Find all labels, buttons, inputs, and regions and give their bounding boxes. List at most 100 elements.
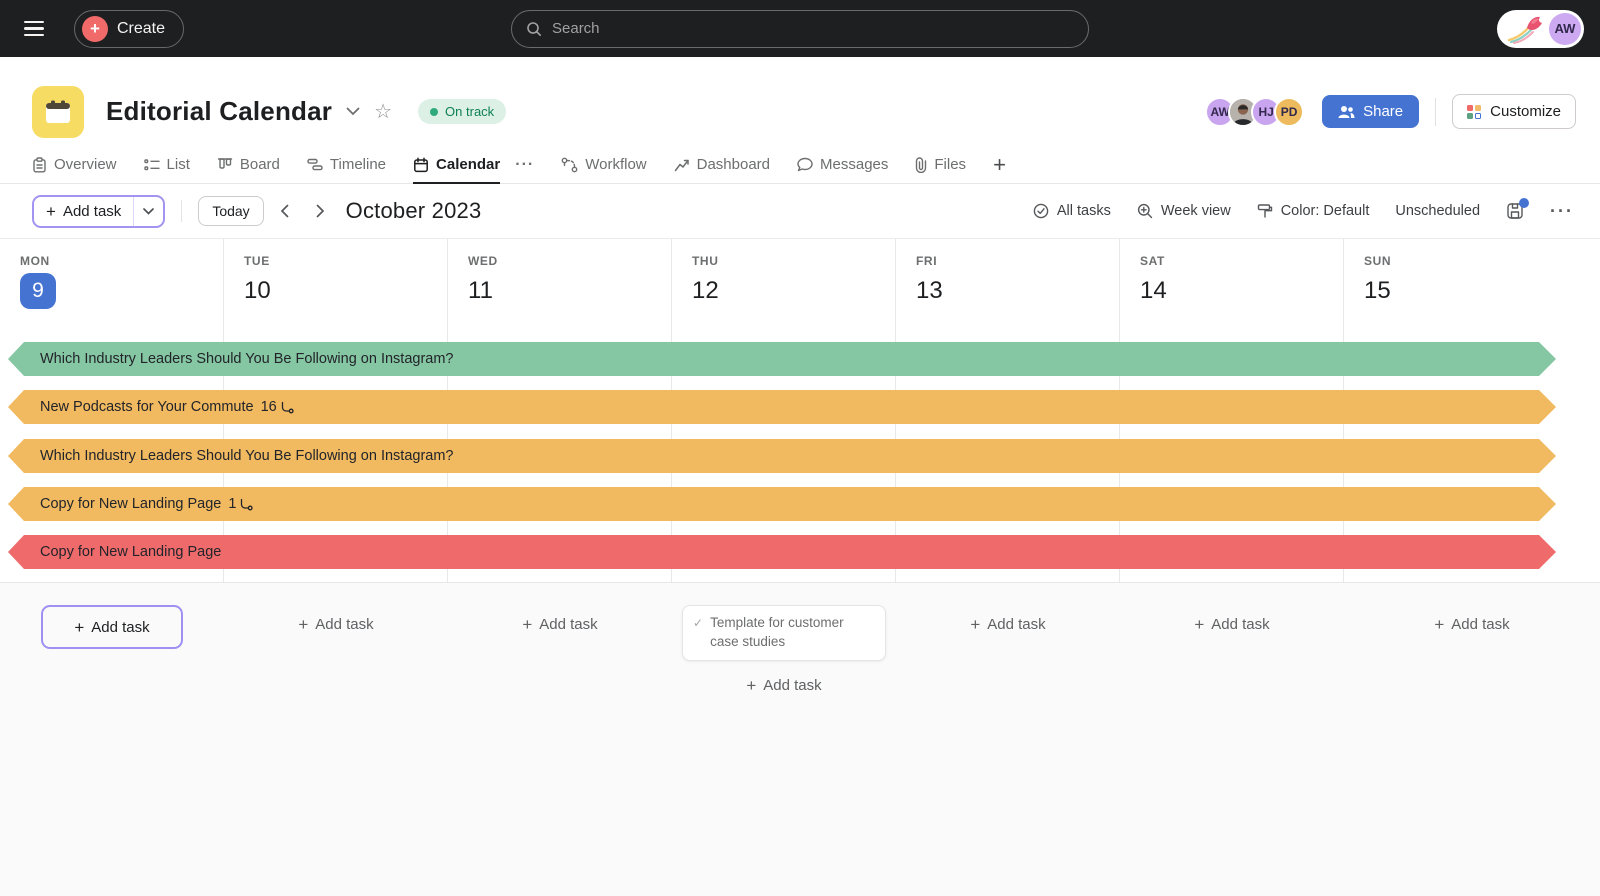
- plus-icon: +: [746, 677, 756, 694]
- color-label: Color: Default: [1281, 203, 1370, 219]
- share-button[interactable]: Share: [1322, 95, 1419, 128]
- tab-messages[interactable]: Messages: [797, 147, 888, 184]
- page-title: Editorial Calendar: [106, 96, 332, 127]
- weekday-label: SAT: [1140, 254, 1344, 268]
- add-task-label: Add task: [1211, 616, 1269, 633]
- search-icon: [526, 21, 542, 37]
- add-task-button[interactable]: + Add task: [298, 616, 373, 633]
- today-button[interactable]: Today: [198, 196, 263, 226]
- day-header-thu[interactable]: THU 12: [672, 239, 896, 337]
- add-task-button[interactable]: + Add task: [34, 197, 133, 226]
- hamburger-menu-icon[interactable]: [24, 12, 58, 46]
- customize-button-label: Customize: [1490, 103, 1561, 120]
- unscheduled-toggle[interactable]: Unscheduled: [1395, 203, 1480, 219]
- add-task-button[interactable]: + Add task: [970, 616, 1045, 633]
- add-tab-icon[interactable]: +: [993, 147, 1006, 183]
- add-task-button[interactable]: + Add task: [1434, 616, 1509, 633]
- status-dot-icon: [430, 108, 438, 116]
- save-view-button[interactable]: [1506, 202, 1524, 220]
- paint-roller-icon: [1257, 203, 1273, 219]
- project-tabs: Overview List Board Timeline Calendar ··…: [0, 147, 1600, 184]
- task-bar[interactable]: Which Industry Leaders Should You Be Fol…: [8, 342, 1556, 376]
- tab-label: Board: [240, 156, 280, 173]
- weekday-label: THU: [692, 254, 896, 268]
- next-week-row: + Add task + Add task + Add task ✓ Templ…: [0, 582, 1600, 896]
- template-task-card[interactable]: ✓ Template for customer case studies: [682, 605, 886, 661]
- user-menu[interactable]: AW: [1497, 10, 1584, 48]
- task-bar[interactable]: Copy for New Landing Page: [8, 535, 1556, 569]
- chevron-right-icon: [316, 204, 325, 218]
- plus-icon: +: [74, 619, 84, 636]
- avatar[interactable]: AW: [1549, 13, 1581, 45]
- create-button[interactable]: + Create: [74, 10, 184, 48]
- customize-grid-icon: [1467, 105, 1481, 119]
- avatar[interactable]: PD: [1274, 97, 1304, 127]
- add-task-button[interactable]: + Add task: [746, 677, 821, 694]
- tab-label: Dashboard: [697, 156, 770, 173]
- tab-overflow-icon[interactable]: ···: [515, 147, 534, 183]
- task-bar[interactable]: New Podcasts for Your Commute 16: [8, 390, 1556, 424]
- day-header-mon[interactable]: MON 9: [0, 239, 224, 337]
- view-label: Week view: [1161, 203, 1231, 219]
- tab-files[interactable]: Files: [915, 147, 966, 184]
- line-chart-icon: [674, 158, 690, 172]
- favorite-star-icon[interactable]: ☆: [374, 102, 392, 122]
- chevron-down-icon[interactable]: [346, 107, 360, 116]
- add-task-label: Add task: [539, 616, 597, 633]
- tab-board[interactable]: Board: [217, 147, 280, 184]
- more-options-button[interactable]: ···: [1550, 201, 1574, 222]
- task-bar[interactable]: Copy for New Landing Page 1: [8, 487, 1556, 521]
- create-button-label: Create: [117, 20, 165, 38]
- tab-workflow[interactable]: Workflow: [561, 147, 646, 184]
- chevron-down-icon: [143, 208, 154, 215]
- subtask-badge: 16: [261, 399, 294, 415]
- check-circle-icon: [1033, 203, 1049, 219]
- weekday-label: WED: [468, 254, 672, 268]
- workflow-icon: [561, 157, 578, 173]
- day-header-sat[interactable]: SAT 14: [1120, 239, 1344, 337]
- tab-list[interactable]: List: [144, 147, 190, 184]
- add-task-button[interactable]: + Add task: [41, 605, 183, 649]
- add-task-split-button[interactable]: + Add task: [32, 195, 165, 228]
- day-cell-sat: + Add task: [1120, 583, 1344, 896]
- speech-bubble-icon: [797, 157, 813, 172]
- task-bars-region: Which Industry Leaders Should You Be Fol…: [0, 337, 1600, 582]
- plus-icon: +: [46, 203, 56, 220]
- search-bar[interactable]: [511, 10, 1089, 48]
- customize-button[interactable]: Customize: [1452, 94, 1576, 129]
- period-label: October 2023: [346, 198, 482, 224]
- day-header-fri[interactable]: FRI 13: [896, 239, 1120, 337]
- view-week-view[interactable]: Week view: [1137, 203, 1231, 219]
- next-week-button[interactable]: [306, 196, 336, 226]
- weekday-header-row: MON 9 TUE 10 WED 11 THU 12 FRI 13 SAT 14…: [0, 239, 1600, 337]
- subtask-icon: [239, 498, 253, 511]
- task-bar[interactable]: Which Industry Leaders Should You Be Fol…: [8, 439, 1556, 473]
- day-header-wed[interactable]: WED 11: [448, 239, 672, 337]
- project-header: Editorial Calendar ☆ On track AW HJ PD S…: [0, 57, 1600, 147]
- top-nav-bar: + Create AW: [0, 0, 1600, 57]
- tab-calendar[interactable]: Calendar: [413, 147, 500, 184]
- plus-icon: +: [82, 16, 108, 42]
- search-input[interactable]: [552, 20, 1074, 37]
- weekday-label: TUE: [244, 254, 448, 268]
- filter-all-tasks[interactable]: All tasks: [1033, 203, 1111, 219]
- date-number-selected[interactable]: 9: [20, 273, 56, 309]
- status-badge-label: On track: [445, 104, 494, 119]
- tab-overview[interactable]: Overview: [32, 147, 117, 184]
- tab-dashboard[interactable]: Dashboard: [674, 147, 770, 184]
- plus-icon: +: [522, 616, 532, 633]
- notification-dot: [1519, 198, 1529, 208]
- add-task-button[interactable]: + Add task: [522, 616, 597, 633]
- add-task-button[interactable]: + Add task: [1194, 616, 1269, 633]
- project-calendar-icon[interactable]: [32, 86, 84, 138]
- status-badge[interactable]: On track: [418, 99, 506, 124]
- day-header-sun[interactable]: SUN 15: [1344, 239, 1600, 337]
- add-task-dropdown-button[interactable]: [133, 197, 163, 226]
- date-number: 11: [468, 277, 672, 305]
- day-header-tue[interactable]: TUE 10: [224, 239, 448, 337]
- color-setting[interactable]: Color: Default: [1257, 203, 1370, 219]
- divider: [181, 200, 182, 222]
- board-icon: [217, 157, 233, 172]
- previous-week-button[interactable]: [270, 196, 300, 226]
- tab-timeline[interactable]: Timeline: [307, 147, 386, 184]
